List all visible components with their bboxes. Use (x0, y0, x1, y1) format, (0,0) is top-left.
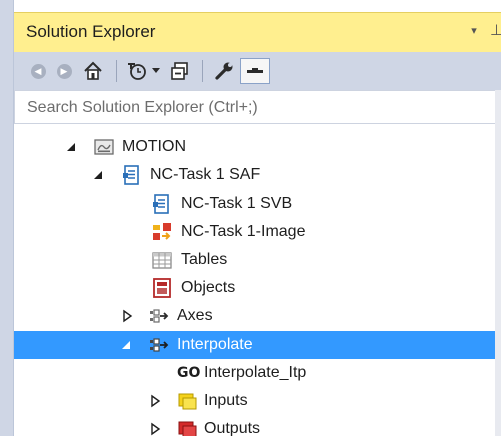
tree-item-nc-task-1-svb[interactable]: NC-Task 1 SVB (14, 190, 501, 218)
expanded-arrow-icon[interactable] (66, 140, 78, 154)
left-window-frame (0, 0, 14, 436)
tree-item-label: NC-Task 1 SVB (181, 195, 293, 212)
objects-icon (153, 278, 171, 298)
toolbar-separator (202, 60, 203, 82)
solution-tree: MOTION NC-Task 1 SAF NC-Task 1 SVB NC-Ta… (14, 124, 501, 436)
search-box[interactable]: Search Solution Explorer (Ctrl+;) (14, 90, 501, 124)
motion-icon (94, 139, 114, 155)
tree-item-label: Inputs (204, 392, 248, 409)
nc-task-icon (153, 194, 169, 214)
tree-item-outputs[interactable]: Outputs (14, 415, 501, 436)
pending-changes-filter-button[interactable] (124, 58, 150, 84)
tree-item-nc-task-1-image[interactable]: NC-Task 1-Image (14, 218, 501, 246)
search-placeholder: Search Solution Explorer (Ctrl+;) (27, 99, 258, 116)
back-icon: ◀ (30, 63, 46, 79)
chevron-down-icon (152, 68, 160, 73)
tree-item-interpolate-itp[interactable]: GO Interpolate_Itp (14, 359, 501, 387)
tree-item-label: Interpolate_Itp (204, 364, 307, 381)
collapse-all-button[interactable] (166, 58, 194, 84)
tree-item-motion[interactable]: MOTION (14, 133, 501, 161)
wrench-icon (215, 62, 233, 80)
inputs-icon (178, 393, 197, 410)
window-position-dropdown-icon[interactable]: ▾ (468, 23, 480, 39)
go-icon: GO (177, 365, 201, 381)
tree-item-inputs[interactable]: Inputs (14, 387, 501, 415)
back-button[interactable]: ◀ (28, 58, 48, 84)
forward-button[interactable]: ▶ (54, 58, 74, 84)
expanded-arrow-icon[interactable] (93, 168, 105, 182)
expanded-arrow-icon[interactable] (121, 338, 133, 352)
tree-item-label: NC-Task 1-Image (181, 223, 306, 240)
tree-item-tables[interactable]: Tables (14, 246, 501, 274)
tree-item-label: Objects (181, 279, 236, 296)
home-button[interactable] (78, 58, 108, 84)
image-icon (153, 223, 171, 240)
collapsed-arrow-icon[interactable] (149, 422, 161, 436)
axes-icon (150, 338, 169, 352)
history-icon (128, 63, 146, 80)
tree-item-axes[interactable]: Axes (14, 302, 501, 330)
toolbar: ◀ ▶ (14, 52, 501, 90)
properties-button[interactable] (210, 58, 238, 84)
nc-task-icon (123, 165, 139, 185)
axes-icon (150, 309, 169, 323)
panel-title-bar: Solution Explorer ▾ ⊥ (14, 12, 501, 52)
preview-selected-items-button[interactable] (240, 58, 270, 84)
history-dropdown-button[interactable] (150, 58, 162, 84)
tree-item-label: Tables (181, 251, 228, 268)
tree-item-interpolate[interactable]: Interpolate (14, 331, 501, 359)
vertical-scrollbar[interactable] (495, 90, 501, 436)
tree-item-label: Interpolate (177, 336, 253, 353)
preview-icon (247, 68, 263, 73)
tree-item-label: Axes (177, 307, 213, 324)
tree-item-label: MOTION (122, 138, 186, 155)
panel-title: Solution Explorer (26, 22, 156, 41)
collapsed-arrow-icon[interactable] (149, 394, 161, 408)
forward-icon: ▶ (56, 63, 72, 79)
collapsed-arrow-icon[interactable] (121, 309, 133, 323)
tree-item-nc-task-1-saf[interactable]: NC-Task 1 SAF (14, 161, 501, 189)
pin-icon[interactable]: ⊥ (490, 21, 501, 41)
tree-item-objects[interactable]: Objects (14, 274, 501, 302)
outputs-icon (178, 421, 197, 436)
table-icon (152, 252, 172, 269)
home-icon (84, 61, 102, 80)
tree-item-label: NC-Task 1 SAF (150, 166, 261, 183)
collapse-all-icon (171, 62, 188, 80)
tree-item-label: Outputs (204, 420, 261, 436)
toolbar-separator (116, 60, 117, 82)
